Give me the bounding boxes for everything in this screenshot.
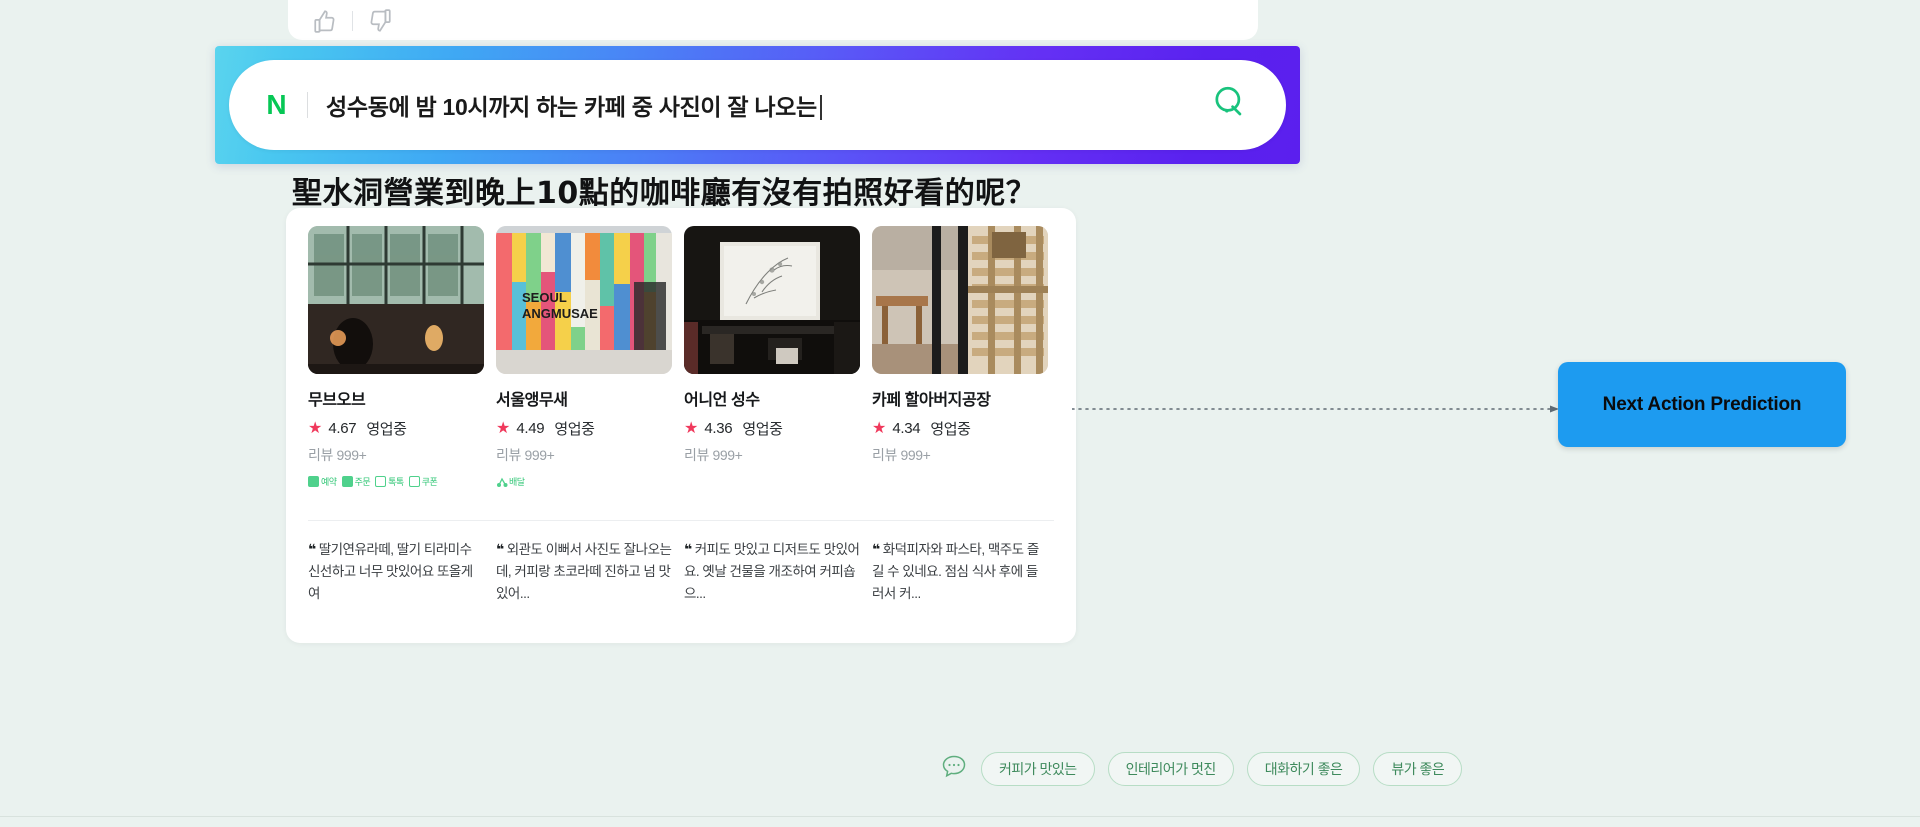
svg-text:ANGMUSAE: ANGMUSAE (522, 306, 598, 321)
chat-bubble-icon[interactable] (940, 753, 968, 786)
search-icon[interactable] (1210, 82, 1252, 129)
badge-delivery[interactable]: 배달 (496, 475, 525, 488)
next-action-prediction-box[interactable]: Next Action Prediction (1558, 362, 1846, 447)
review-quote-text: 화덕피자와 파스타, 맥주도 즐길 수 있네요. 점심 식사 후에 들러서 커.… (872, 542, 1039, 601)
rating-value: 4.49 (516, 420, 545, 437)
quote-icon: ❝ (684, 541, 692, 557)
logo-divider (307, 92, 308, 118)
bottom-divider (0, 816, 1920, 817)
review-quote: ❝ 딸기연유라떼, 딸기 티라미수 신선하고 너무 맛있어요 또올게여 (308, 538, 484, 605)
review-count: 리뷰 999+ (308, 447, 367, 463)
prediction-connector-arrow (1072, 404, 1562, 414)
star-icon: ★ (872, 419, 887, 437)
open-status: 영업중 (366, 421, 407, 438)
place-rating-row: ★ 4.49 영업중 (496, 418, 672, 439)
place-name[interactable]: 카페 할아버지공장 (872, 386, 1048, 410)
suggestion-chip[interactable]: 대화하기 좋은 (1246, 752, 1361, 786)
review-quotes-row: ❝ 딸기연유라떼, 딸기 티라미수 신선하고 너무 맛있어요 또올게여 ❝ 외관도 … (308, 538, 1048, 605)
review-count: 리뷰 999+ (684, 447, 743, 463)
place-rating-row: ★ 4.36 영업중 (684, 418, 860, 439)
suggestion-chips-row: 커피가 맛있는 인테리어가 멋진 대화하기 좋은 뷰가 좋은 (940, 752, 1463, 786)
star-icon: ★ (684, 419, 699, 437)
place-name[interactable]: 서울앵무새 (496, 386, 672, 410)
quote-icon: ❝ (496, 541, 504, 557)
search-query-text[interactable]: 성수동에 밤 10시까지 하는 카페 중 사진이 잘 나오는 (326, 88, 822, 122)
svg-text:SEOUL: SEOUL (522, 290, 567, 305)
badge-reserve[interactable]: 예약 (308, 475, 337, 488)
open-status: 영업중 (554, 421, 595, 438)
badge-order[interactable]: 주문 (341, 475, 371, 488)
review-quote: ❝ 화덕피자와 파스타, 맥주도 즐길 수 있네요. 점심 식사 후에 들러서 커… (872, 538, 1048, 605)
place-badges: 배달 (496, 473, 672, 489)
place-card[interactable]: 어니언 성수 ★ 4.36 영업중 리뷰 999+ (684, 226, 860, 489)
place-results-panel: 무브오브 ★ 4.67 영업중 리뷰 999+ 예약 주문 톡톡 쿠폰 SEOU… (286, 208, 1076, 643)
feedback-actions (312, 8, 393, 34)
place-name[interactable]: 무브오브 (308, 386, 484, 410)
review-quote: ❝ 외관도 이뻐서 사진도 잘나오는데, 커피랑 초코라떼 진하고 넘 맛있어..… (496, 538, 672, 605)
open-status: 영업중 (930, 421, 971, 438)
coupon-icon (408, 475, 420, 487)
review-quote-text: 외관도 이뻐서 사진도 잘나오는데, 커피랑 초코라떼 진하고 넘 맛있어... (496, 542, 672, 601)
place-card[interactable]: 무브오브 ★ 4.67 영업중 리뷰 999+ 예약 주문 톡톡 쿠폰 (308, 226, 484, 489)
badge-coupon[interactable]: 쿠폰 (408, 475, 438, 488)
place-badges (872, 473, 1048, 489)
translated-question-title: 聖水洞營業到晚上10點的咖啡廳有沒有拍照好看的呢？ (292, 176, 1037, 211)
delivery-icon (496, 476, 508, 487)
place-badges (684, 473, 860, 489)
rating-value: 4.36 (704, 420, 733, 437)
quote-icon: ❝ (308, 541, 316, 557)
place-card[interactable]: 카페 할아버지공장 ★ 4.34 영업중 리뷰 999+ (872, 226, 1048, 489)
search-bar[interactable]: N 성수동에 밤 10시까지 하는 카페 중 사진이 잘 나오는 (229, 60, 1286, 150)
star-icon: ★ (496, 419, 511, 437)
rating-value: 4.34 (892, 420, 921, 437)
review-quote-text: 딸기연유라떼, 딸기 티라미수 신선하고 너무 맛있어요 또올게여 (308, 542, 473, 601)
place-rating-row: ★ 4.34 영업중 (872, 418, 1048, 439)
thumbs-down-icon[interactable] (367, 8, 393, 34)
place-rating-row: ★ 4.67 영업중 (308, 418, 484, 439)
talk-icon (375, 475, 387, 487)
badge-talk[interactable]: 톡톡 (375, 475, 404, 488)
search-highlight-frame: N 성수동에 밤 10시까지 하는 카페 중 사진이 잘 나오는 (215, 46, 1300, 164)
previous-answer-panel (288, 0, 1258, 40)
text-caret (819, 95, 822, 120)
action-divider (352, 11, 353, 31)
place-badges: 예약 주문 톡톡 쿠폰 (308, 473, 484, 489)
review-quote-text: 커피도 맛있고 디저트도 맛있어요. 옛날 건물을 개조하여 커피숍으... (684, 542, 860, 601)
quote-icon: ❝ (872, 541, 880, 557)
suggestion-chip[interactable]: 인테리어가 멋진 (1107, 752, 1234, 786)
review-count: 리뷰 999+ (872, 447, 931, 463)
review-count: 리뷰 999+ (496, 447, 555, 463)
order-icon (341, 475, 353, 487)
rating-value: 4.67 (328, 420, 357, 437)
next-action-prediction-label: Next Action Prediction (1602, 393, 1802, 415)
place-thumbnail[interactable]: SEOUL ANGMUSAE (496, 226, 672, 374)
place-card[interactable]: SEOUL ANGMUSAE 서울앵무새 ★ 4.49 영업중 리뷰 999+ … (496, 226, 672, 489)
place-thumbnail[interactable] (308, 226, 484, 374)
star-icon: ★ (308, 419, 323, 437)
place-thumbnail[interactable] (684, 226, 860, 374)
place-name[interactable]: 어니언 성수 (684, 386, 860, 410)
open-status: 영업중 (742, 421, 783, 438)
thumbs-up-icon[interactable] (312, 8, 338, 34)
naver-logo-icon: N (266, 89, 286, 120)
suggestion-chip[interactable]: 뷰가 좋은 (1373, 752, 1463, 786)
reserve-icon (308, 475, 319, 487)
suggestion-chip[interactable]: 커피가 맛있는 (981, 752, 1095, 786)
review-quote: ❝ 커피도 맛있고 디저트도 맛있어요. 옛날 건물을 개조하여 커피숍으... (684, 538, 860, 605)
place-cards-row: 무브오브 ★ 4.67 영업중 리뷰 999+ 예약 주문 톡톡 쿠폰 SEOU… (308, 226, 1048, 489)
quote-divider (308, 520, 1054, 521)
place-thumbnail[interactable] (872, 226, 1048, 374)
